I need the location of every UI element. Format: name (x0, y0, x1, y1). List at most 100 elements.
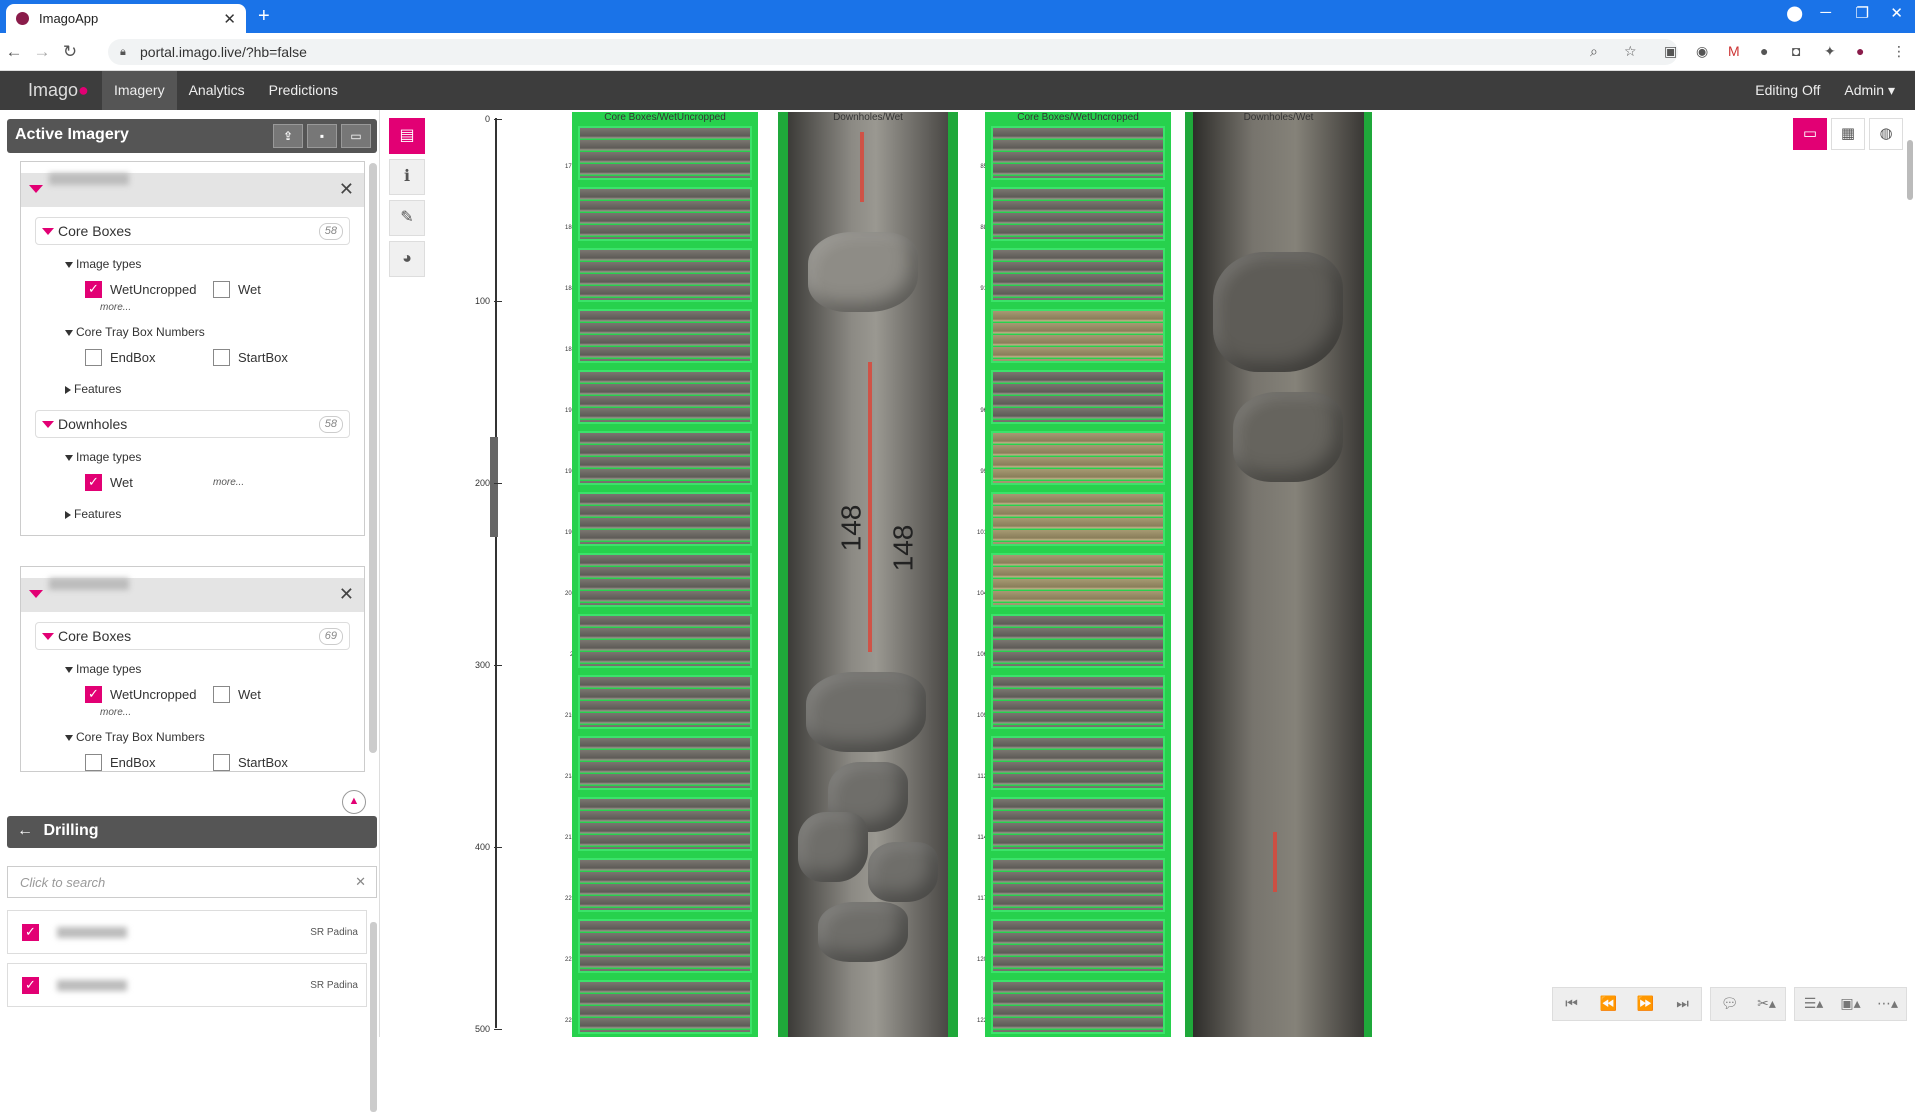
core-tray-image[interactable] (991, 736, 1165, 790)
core-tray-image[interactable] (578, 919, 752, 973)
option-endbox[interactable]: EndBox (85, 349, 213, 366)
image-column-core-boxes[interactable]: Core Boxes/WetUncropped (572, 112, 758, 1037)
project-header[interactable]: ✕ (21, 173, 364, 207)
checkbox[interactable] (213, 281, 230, 298)
core-tray-image[interactable] (578, 980, 752, 1034)
layers-icon[interactable]: ▤ (389, 118, 425, 154)
viewer-scrollbar[interactable] (1907, 140, 1913, 200)
new-tab-icon[interactable]: + (258, 5, 270, 28)
option-endbox[interactable]: EndBox (85, 754, 213, 771)
option-wet[interactable]: Wet (85, 474, 213, 491)
core-tray-image[interactable] (578, 431, 752, 485)
core-tray-image[interactable] (578, 370, 752, 424)
core-tray-image[interactable] (991, 919, 1165, 973)
list-dropdown-icon[interactable]: ☰▴ (1795, 988, 1832, 1020)
dataset-header[interactable]: Downholes 58 (35, 410, 350, 438)
close-tab-icon[interactable]: ✕ (223, 10, 236, 28)
checkbox[interactable] (22, 976, 39, 994)
browser-tab[interactable]: ImagoApp ✕ (6, 4, 246, 33)
upload-icon[interactable]: ⇪ (273, 124, 303, 148)
checkbox[interactable] (85, 686, 102, 703)
back-icon[interactable]: ← (0, 42, 28, 62)
extension-icon[interactable]: M (1728, 43, 1740, 59)
core-tray-image[interactable] (578, 553, 752, 607)
option-startbox[interactable]: StartBox (213, 349, 341, 366)
core-tray-image[interactable] (578, 614, 752, 668)
info-icon[interactable]: ℹ (389, 159, 425, 195)
features-group[interactable]: Features (65, 382, 350, 396)
nav-predictions[interactable]: Predictions (257, 71, 350, 110)
option-wet[interactable]: Wet (213, 686, 341, 703)
active-imagery-scrollbar[interactable] (369, 163, 377, 753)
grid-view-icon[interactable]: ▦ (1831, 118, 1865, 150)
checkbox[interactable] (213, 686, 230, 703)
folder-icon[interactable]: ▭ (341, 124, 371, 148)
collapse-triangle-icon[interactable] (42, 633, 54, 640)
image-column-downhole-2[interactable]: Downholes/Wet (1185, 112, 1372, 1037)
core-tray-image[interactable] (991, 431, 1165, 485)
core-tray-image[interactable] (578, 187, 752, 241)
core-tray-image[interactable] (578, 492, 752, 546)
checkbox[interactable] (85, 281, 102, 298)
forward-icon[interactable]: → (28, 42, 56, 62)
checkbox[interactable] (213, 349, 230, 366)
extension-icon[interactable]: ▣ (1664, 43, 1677, 60)
option-wetuncropped[interactable]: WetUncropped (85, 686, 213, 703)
admin-menu[interactable]: Admin ▾ (1844, 71, 1895, 110)
close-project-icon[interactable]: ✕ (339, 179, 354, 200)
list-item[interactable]: SR Padina (7, 910, 367, 954)
checkbox[interactable] (213, 754, 230, 771)
core-tray-image[interactable] (991, 980, 1165, 1034)
option-wetuncropped[interactable]: WetUncropped (85, 281, 213, 298)
image-column-downhole[interactable]: Downholes/Wet 148 148 (778, 112, 958, 1037)
tools-dropdown-icon[interactable]: ✂▴ (1748, 988, 1785, 1020)
imagery-viewer[interactable]: 0100200300400500 177.1180.7184.3188.2191… (430, 112, 1915, 1037)
back-arrow-icon[interactable]: ← (17, 822, 33, 839)
image-types-group[interactable]: Image types (65, 450, 350, 464)
core-tray-image[interactable] (991, 797, 1165, 851)
checkbox[interactable] (85, 474, 102, 491)
last-page-icon[interactable]: ⏭ (1664, 988, 1701, 1020)
tray-numbers-group[interactable]: Core Tray Box Numbers (65, 730, 350, 744)
dataset-header[interactable]: Core Boxes 69 (35, 622, 350, 650)
globe-view-icon[interactable]: ◍ (1869, 118, 1903, 150)
nav-analytics[interactable]: Analytics (177, 71, 257, 110)
more-link[interactable]: more... (100, 707, 350, 718)
core-tray-image[interactable] (578, 248, 752, 302)
palette-icon[interactable]: ◕ (389, 241, 425, 277)
core-tray-image[interactable] (991, 492, 1165, 546)
minimize-icon[interactable]: ─ (1820, 4, 1831, 21)
core-tray-image[interactable] (578, 797, 752, 851)
features-group[interactable]: Features (65, 507, 350, 521)
close-project-icon[interactable]: ✕ (339, 584, 354, 605)
core-tray-image[interactable] (991, 858, 1165, 912)
camera-icon[interactable]: ◘ (1792, 43, 1800, 59)
core-tray-image[interactable] (991, 309, 1165, 363)
core-tray-image[interactable] (991, 248, 1165, 302)
reload-icon[interactable]: ↻ (56, 42, 84, 62)
menu-dots-icon[interactable]: ⋮ (1892, 43, 1906, 60)
user-edit-icon[interactable]: ✎ (389, 200, 425, 236)
previous-page-icon[interactable]: ⏪ (1590, 988, 1627, 1020)
checkbox[interactable] (85, 754, 102, 771)
core-tray-image[interactable] (578, 309, 752, 363)
extension-icon[interactable]: ◉ (1696, 43, 1708, 60)
save-icon[interactable]: ▪ (307, 124, 337, 148)
core-tray-image[interactable] (991, 187, 1165, 241)
first-page-icon[interactable]: ⏮ (1553, 988, 1590, 1020)
next-page-icon[interactable]: ⏩ (1627, 988, 1664, 1020)
checkbox[interactable] (22, 923, 39, 941)
core-tray-image[interactable] (578, 736, 752, 790)
image-column-core-boxes-2[interactable]: Core Boxes/WetUncropped (985, 112, 1171, 1037)
dataset-header[interactable]: Core Boxes 58 (35, 217, 350, 245)
drilling-scrollbar[interactable] (370, 922, 377, 1112)
url-field[interactable]: 🔒︎ portal.imago.live/?hb=false (108, 39, 1678, 65)
collapse-triangle-icon[interactable] (42, 228, 54, 235)
collapse-triangle-icon[interactable] (29, 185, 43, 193)
profile-dropdown-icon[interactable]: ⬤ (1786, 4, 1803, 22)
zoom-icon[interactable]: ⌕ (1590, 43, 1598, 60)
image-view-icon[interactable]: ▭ (1793, 118, 1827, 150)
depth-range-marker[interactable] (490, 437, 498, 537)
imago-logo[interactable]: Imago● (0, 80, 102, 101)
restore-icon[interactable]: ❐ (1856, 4, 1869, 22)
